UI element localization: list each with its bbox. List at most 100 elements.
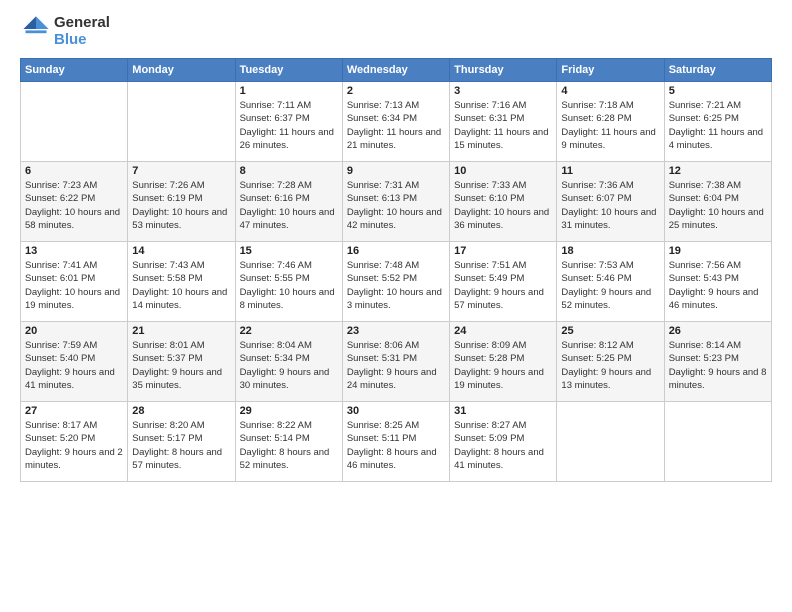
day-info: Sunrise: 8:14 AMSunset: 5:23 PMDaylight:… <box>669 339 767 392</box>
day-number: 7 <box>132 165 230 177</box>
day-info: Sunrise: 7:56 AMSunset: 5:43 PMDaylight:… <box>669 259 767 312</box>
day-info: Sunrise: 8:17 AMSunset: 5:20 PMDaylight:… <box>25 419 123 472</box>
calendar-week-row: 1 Sunrise: 7:11 AMSunset: 6:37 PMDaylight… <box>21 82 772 162</box>
calendar-cell: 31 Sunrise: 8:27 AMSunset: 5:09 PMDayligh… <box>450 402 557 482</box>
calendar-week-row: 13 Sunrise: 7:41 AMSunset: 6:01 PMDayligh… <box>21 242 772 322</box>
calendar-cell: 2 Sunrise: 7:13 AMSunset: 6:34 PMDaylight… <box>342 82 449 162</box>
day-number: 26 <box>669 325 767 337</box>
calendar-cell: 7 Sunrise: 7:26 AMSunset: 6:19 PMDaylight… <box>128 162 235 242</box>
day-number: 25 <box>561 325 659 337</box>
calendar-cell <box>21 82 128 162</box>
calendar-cell: 4Sunrise: 7:18 AMSunset: 6:28 PMDaylight… <box>557 82 664 162</box>
day-number: 23 <box>347 325 445 337</box>
calendar-cell: 25 Sunrise: 8:12 AMSunset: 5:25 PMDayligh… <box>557 322 664 402</box>
header: General Blue <box>20 15 772 48</box>
page: General Blue SundayMondayTuesdayWednesda… <box>0 0 792 612</box>
calendar-week-row: 27 Sunrise: 8:17 AMSunset: 5:20 PMDayligh… <box>21 402 772 482</box>
day-info: Sunrise: 7:51 AMSunset: 5:49 PMDaylight:… <box>454 259 552 312</box>
calendar-week-row: 6Sunrise: 7:23 AMSunset: 6:22 PMDaylight… <box>21 162 772 242</box>
day-info: Sunrise: 7:36 AMSunset: 6:07 PMDaylight:… <box>561 179 659 232</box>
day-number: 29 <box>240 405 338 417</box>
day-info: Sunrise: 8:04 AMSunset: 5:34 PMDaylight:… <box>240 339 338 392</box>
weekday-header: Monday <box>128 59 235 82</box>
calendar-cell: 17 Sunrise: 7:51 AMSunset: 5:49 PMDayligh… <box>450 242 557 322</box>
day-number: 31 <box>454 405 552 417</box>
logo-icon <box>22 15 50 43</box>
day-info: Sunrise: 7:38 AMSunset: 6:04 PMDaylight:… <box>669 179 767 232</box>
calendar-cell: 27 Sunrise: 8:17 AMSunset: 5:20 PMDayligh… <box>21 402 128 482</box>
day-number: 4 <box>561 85 659 97</box>
calendar-cell: 14Sunrise: 7:43 AMSunset: 5:58 PMDayligh… <box>128 242 235 322</box>
day-number: 5 <box>669 85 767 97</box>
day-number: 19 <box>669 245 767 257</box>
day-number: 1 <box>240 85 338 97</box>
day-number: 17 <box>454 245 552 257</box>
day-number: 15 <box>240 245 338 257</box>
day-info: Sunrise: 7:59 AMSunset: 5:40 PMDaylight:… <box>25 339 123 392</box>
day-number: 8 <box>240 165 338 177</box>
calendar-cell: 29 Sunrise: 8:22 AMSunset: 5:14 PMDayligh… <box>235 402 342 482</box>
day-number: 22 <box>240 325 338 337</box>
calendar-table: SundayMondayTuesdayWednesdayThursdayFrid… <box>20 58 772 482</box>
calendar-cell: 13 Sunrise: 7:41 AMSunset: 6:01 PMDayligh… <box>21 242 128 322</box>
calendar-cell: 6Sunrise: 7:23 AMSunset: 6:22 PMDaylight… <box>21 162 128 242</box>
day-number: 11 <box>561 165 659 177</box>
day-number: 3 <box>454 85 552 97</box>
logo: General Blue <box>20 15 110 48</box>
day-number: 16 <box>347 245 445 257</box>
day-info: Sunrise: 7:13 AMSunset: 6:34 PMDaylight:… <box>347 99 445 152</box>
day-info: Sunrise: 8:20 AMSunset: 5:17 PMDaylight:… <box>132 419 230 472</box>
day-info: Sunrise: 8:27 AMSunset: 5:09 PMDaylight:… <box>454 419 552 472</box>
calendar-cell: 22 Sunrise: 8:04 AMSunset: 5:34 PMDayligh… <box>235 322 342 402</box>
day-number: 2 <box>347 85 445 97</box>
calendar-cell: 19 Sunrise: 7:56 AMSunset: 5:43 PMDayligh… <box>664 242 771 322</box>
calendar-cell: 9Sunrise: 7:31 AMSunset: 6:13 PMDaylight… <box>342 162 449 242</box>
calendar-cell: 24 Sunrise: 8:09 AMSunset: 5:28 PMDayligh… <box>450 322 557 402</box>
calendar-cell: 8 Sunrise: 7:28 AMSunset: 6:16 PMDaylight… <box>235 162 342 242</box>
day-info: Sunrise: 7:21 AMSunset: 6:25 PMDaylight:… <box>669 99 767 152</box>
day-info: Sunrise: 8:09 AMSunset: 5:28 PMDaylight:… <box>454 339 552 392</box>
day-info: Sunrise: 7:28 AMSunset: 6:16 PMDaylight:… <box>240 179 338 232</box>
day-number: 27 <box>25 405 123 417</box>
day-number: 28 <box>132 405 230 417</box>
day-info: Sunrise: 7:53 AMSunset: 5:46 PMDaylight:… <box>561 259 659 312</box>
day-number: 10 <box>454 165 552 177</box>
calendar-cell: 10Sunrise: 7:33 AMSunset: 6:10 PMDayligh… <box>450 162 557 242</box>
day-info: Sunrise: 7:26 AMSunset: 6:19 PMDaylight:… <box>132 179 230 232</box>
calendar-cell: 30 Sunrise: 8:25 AMSunset: 5:11 PMDayligh… <box>342 402 449 482</box>
day-info: Sunrise: 7:11 AMSunset: 6:37 PMDaylight:… <box>240 99 338 152</box>
day-info: Sunrise: 7:48 AMSunset: 5:52 PMDaylight:… <box>347 259 445 312</box>
day-info: Sunrise: 8:12 AMSunset: 5:25 PMDaylight:… <box>561 339 659 392</box>
calendar-week-row: 20 Sunrise: 7:59 AMSunset: 5:40 PMDayligh… <box>21 322 772 402</box>
calendar-cell: 16 Sunrise: 7:48 AMSunset: 5:52 PMDayligh… <box>342 242 449 322</box>
weekday-header: Sunday <box>21 59 128 82</box>
calendar-cell: 1 Sunrise: 7:11 AMSunset: 6:37 PMDaylight… <box>235 82 342 162</box>
day-info: Sunrise: 8:01 AMSunset: 5:37 PMDaylight:… <box>132 339 230 392</box>
day-number: 13 <box>25 245 123 257</box>
calendar-cell: 23 Sunrise: 8:06 AMSunset: 5:31 PMDayligh… <box>342 322 449 402</box>
day-info: Sunrise: 7:46 AMSunset: 5:55 PMDaylight:… <box>240 259 338 312</box>
day-number: 12 <box>669 165 767 177</box>
weekday-header: Friday <box>557 59 664 82</box>
day-number: 30 <box>347 405 445 417</box>
day-info: Sunrise: 8:22 AMSunset: 5:14 PMDaylight:… <box>240 419 338 472</box>
calendar-cell: 11 Sunrise: 7:36 AMSunset: 6:07 PMDayligh… <box>557 162 664 242</box>
day-info: Sunrise: 7:31 AMSunset: 6:13 PMDaylight:… <box>347 179 445 232</box>
day-number: 18 <box>561 245 659 257</box>
day-info: Sunrise: 8:25 AMSunset: 5:11 PMDaylight:… <box>347 419 445 472</box>
logo-general: General <box>54 15 110 32</box>
calendar-cell: 28 Sunrise: 8:20 AMSunset: 5:17 PMDayligh… <box>128 402 235 482</box>
calendar-cell: 21 Sunrise: 8:01 AMSunset: 5:37 PMDayligh… <box>128 322 235 402</box>
calendar-cell <box>128 82 235 162</box>
calendar-cell: 3Sunrise: 7:16 AMSunset: 6:31 PMDaylight… <box>450 82 557 162</box>
day-info: Sunrise: 7:41 AMSunset: 6:01 PMDaylight:… <box>25 259 123 312</box>
day-info: Sunrise: 8:06 AMSunset: 5:31 PMDaylight:… <box>347 339 445 392</box>
weekday-header-row: SundayMondayTuesdayWednesdayThursdayFrid… <box>21 59 772 82</box>
calendar-cell: 12 Sunrise: 7:38 AMSunset: 6:04 PMDayligh… <box>664 162 771 242</box>
calendar-cell <box>664 402 771 482</box>
day-number: 20 <box>25 325 123 337</box>
calendar-cell: 15 Sunrise: 7:46 AMSunset: 5:55 PMDayligh… <box>235 242 342 322</box>
day-number: 24 <box>454 325 552 337</box>
day-number: 21 <box>132 325 230 337</box>
day-info: Sunrise: 7:23 AMSunset: 6:22 PMDaylight:… <box>25 179 123 232</box>
